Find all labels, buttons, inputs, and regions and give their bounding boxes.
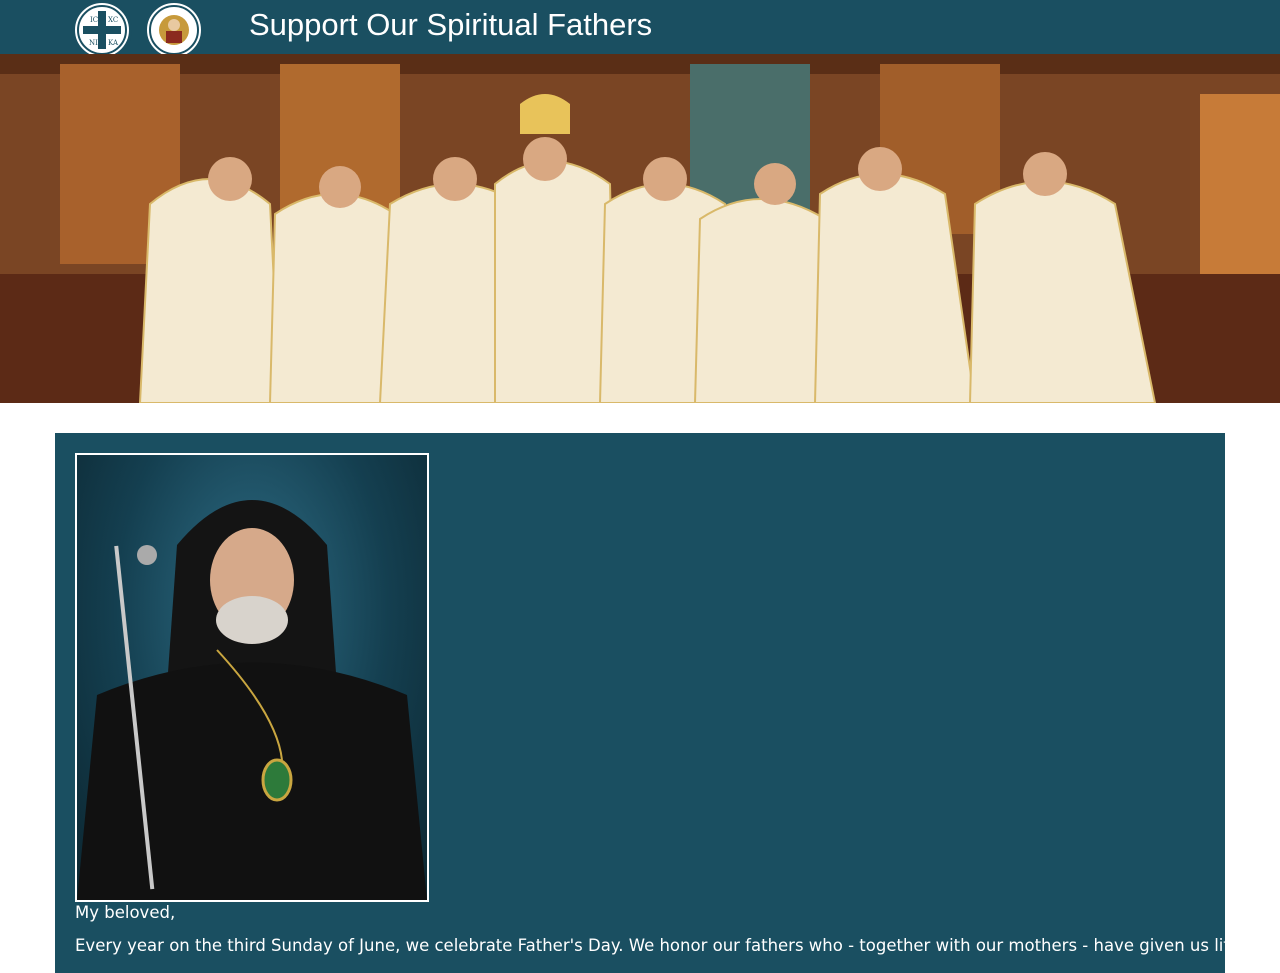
archbishop-portrait <box>75 453 429 902</box>
benefits-committee-logo[interactable] <box>144 0 204 60</box>
svg-text:XC: XC <box>108 16 118 24</box>
site-header: IC XC NI KA Support Our Spiritual Father… <box>0 0 1280 60</box>
hero-banner-photo <box>0 54 1280 403</box>
cross-icon: IC XC NI KA <box>77 5 127 55</box>
svg-text:KA: KA <box>108 39 119 47</box>
svg-text:IC: IC <box>90 16 98 24</box>
clergy-group-photo <box>0 54 1280 403</box>
svg-text:NI: NI <box>89 39 98 47</box>
chi-rho-cross-logo[interactable]: IC XC NI KA <box>72 0 132 60</box>
page-title: Support Our Spiritual Fathers <box>249 7 653 42</box>
letter-salutation: My beloved, <box>75 903 176 922</box>
letter-paragraph: Every year on the third Sunday of June, … <box>75 936 1245 955</box>
saint-icon <box>149 5 199 55</box>
archbishop-photo <box>77 500 427 900</box>
letter-panel: My beloved, Every year on the third Sund… <box>55 433 1245 973</box>
